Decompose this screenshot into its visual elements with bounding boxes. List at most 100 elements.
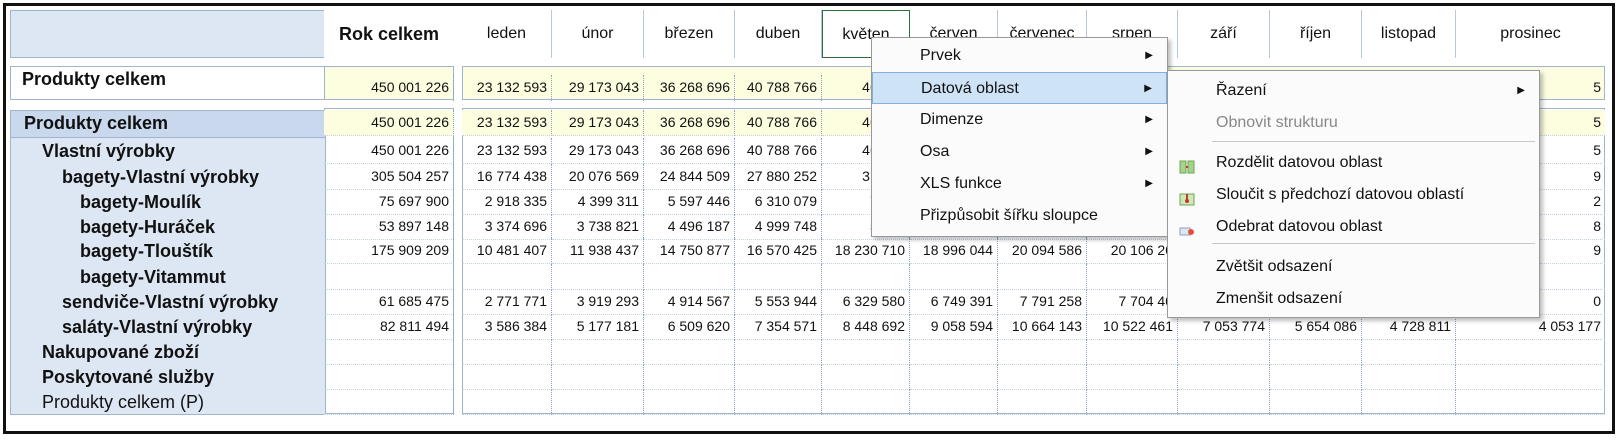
context-menu-item[interactable]: Přizpůsobit šířku sloupce [872,200,1167,232]
table-cell[interactable]: 61 685 475 [324,289,454,315]
row-label[interactable]: sendviče-Vlastní výrobky [62,289,278,315]
table-cell[interactable]: 4 399 311 [552,189,644,215]
table-cell[interactable] [644,264,735,290]
table-cell[interactable] [552,389,644,415]
table-cell[interactable]: 11 938 437 [552,238,644,264]
table-cell[interactable] [1456,364,1605,390]
month-header-1[interactable]: leden [462,10,552,58]
table-cell[interactable]: 4 496 187 [644,214,735,240]
table-cell[interactable] [1362,389,1456,415]
table-cell[interactable]: 2 918 335 [462,189,552,215]
table-cell[interactable]: 3 374 696 [462,214,552,240]
table-cell[interactable]: 9 058 594 [910,314,998,340]
month-header-9[interactable]: září [1178,10,1270,58]
table-cell[interactable]: 16 774 438 [462,164,552,190]
table-cell[interactable]: 27 880 252 [735,164,822,190]
table-cell[interactable] [1270,364,1362,390]
table-cell[interactable] [1178,339,1270,365]
table-cell[interactable] [1362,364,1456,390]
table-cell[interactable]: 5 597 446 [644,189,735,215]
table-cell[interactable]: 16 570 425 [735,238,822,264]
table-cell[interactable]: 53 897 148 [324,214,454,240]
row-label[interactable]: Produkty celkem [24,110,168,136]
table-cell[interactable]: 82 811 494 [324,314,454,340]
table-cell[interactable]: 6 310 079 [735,189,822,215]
table-cell[interactable] [822,389,910,415]
table-cell[interactable] [1456,389,1605,415]
table-cell[interactable]: 20 094 586 [998,238,1087,264]
month-header-3[interactable]: březen [644,10,735,58]
table-cell[interactable]: 7 704 40 [1087,289,1178,315]
table-cell[interactable] [324,339,454,365]
table-cell[interactable]: 2 771 771 [462,289,552,315]
row-label[interactable]: bagety-Huráček [80,214,215,240]
summary-cell[interactable]: 40 788 766 [735,75,822,101]
table-cell[interactable]: 7 354 571 [735,314,822,340]
table-cell[interactable]: 20 106 20 [1087,238,1178,264]
table-cell[interactable]: 10 522 461 [1087,314,1178,340]
table-cell[interactable] [735,364,822,390]
table-cell[interactable] [822,264,910,290]
row-label[interactable]: Produkty celkem (P) [42,389,204,415]
table-cell[interactable] [998,364,1087,390]
table-cell[interactable] [910,364,998,390]
table-cell[interactable] [1087,264,1178,290]
table-cell[interactable]: 305 504 257 [324,164,454,190]
table-cell[interactable]: 24 844 509 [644,164,735,190]
table-cell[interactable]: 7 791 258 [998,289,1087,315]
table-cell[interactable] [552,264,644,290]
table-cell[interactable]: 5 553 944 [735,289,822,315]
table-cell[interactable]: 4 999 748 [735,214,822,240]
table-cell[interactable]: 14 750 877 [644,238,735,264]
submenu-item[interactable]: Řazení ▶ [1168,75,1539,107]
table-cell[interactable]: 4 914 567 [644,289,735,315]
row-label[interactable]: Vlastní výrobky [42,138,175,164]
year-total-header[interactable]: Rok celkem [324,10,454,58]
submenu-item[interactable]: Zmenšit odsazení [1168,283,1539,315]
context-menu-item[interactable]: Osa ▶ [872,136,1167,168]
table-cell[interactable] [1087,364,1178,390]
table-cell[interactable] [324,364,454,390]
context-menu-item[interactable]: Datová oblast ▶ [872,72,1167,104]
month-header-4[interactable]: duben [735,10,822,58]
table-cell[interactable] [644,339,735,365]
row-label[interactable]: Poskytované služby [42,364,214,390]
table-cell[interactable] [822,364,910,390]
table-cell[interactable] [1456,339,1605,365]
month-header-12[interactable]: prosinec [1456,10,1605,58]
table-cell[interactable] [1178,389,1270,415]
table-cell[interactable] [462,364,552,390]
table-cell[interactable] [644,364,735,390]
table-cell[interactable]: 10 664 143 [998,314,1087,340]
table-cell[interactable]: 20 076 569 [552,164,644,190]
table-cell[interactable] [998,264,1087,290]
table-cell[interactable]: 6 749 391 [910,289,998,315]
table-cell[interactable]: 18 230 710 [822,238,910,264]
row-label[interactable]: bagety-Vlastní výrobky [62,164,259,190]
row-label[interactable]: bagety-Vitammut [80,264,226,290]
table-cell[interactable]: 3 738 821 [552,214,644,240]
table-cell[interactable]: 75 697 900 [324,189,454,215]
row-label[interactable]: Nakupované zboží [42,339,199,365]
table-cell[interactable]: 6 509 620 [644,314,735,340]
table-cell[interactable] [1270,339,1362,365]
table-cell[interactable]: 10 481 407 [462,238,552,264]
table-cell[interactable] [998,389,1087,415]
table-cell[interactable]: 3 586 384 [462,314,552,340]
table-cell[interactable]: 18 996 044 [910,238,998,264]
summary-row-label[interactable]: Produkty celkem [22,66,166,92]
table-cell[interactable] [324,264,454,290]
table-cell[interactable]: 175 909 209 [324,238,454,264]
table-cell[interactable] [644,389,735,415]
table-cell[interactable]: 5 177 181 [552,314,644,340]
table-cell[interactable] [552,364,644,390]
context-menu-item[interactable]: Prvek ▶ [872,40,1167,72]
table-cell[interactable] [1270,389,1362,415]
context-menu-item[interactable]: XLS funkce ▶ [872,168,1167,200]
row-label[interactable]: bagety-Tlouštík [80,238,213,264]
table-cell[interactable]: 8 448 692 [822,314,910,340]
summary-cell[interactable]: 36 268 696 [644,75,735,101]
table-cell[interactable]: 3 919 293 [552,289,644,315]
month-header-2[interactable]: únor [552,10,644,58]
submenu-item[interactable]: Rozdělit datovou oblast [1168,147,1539,179]
